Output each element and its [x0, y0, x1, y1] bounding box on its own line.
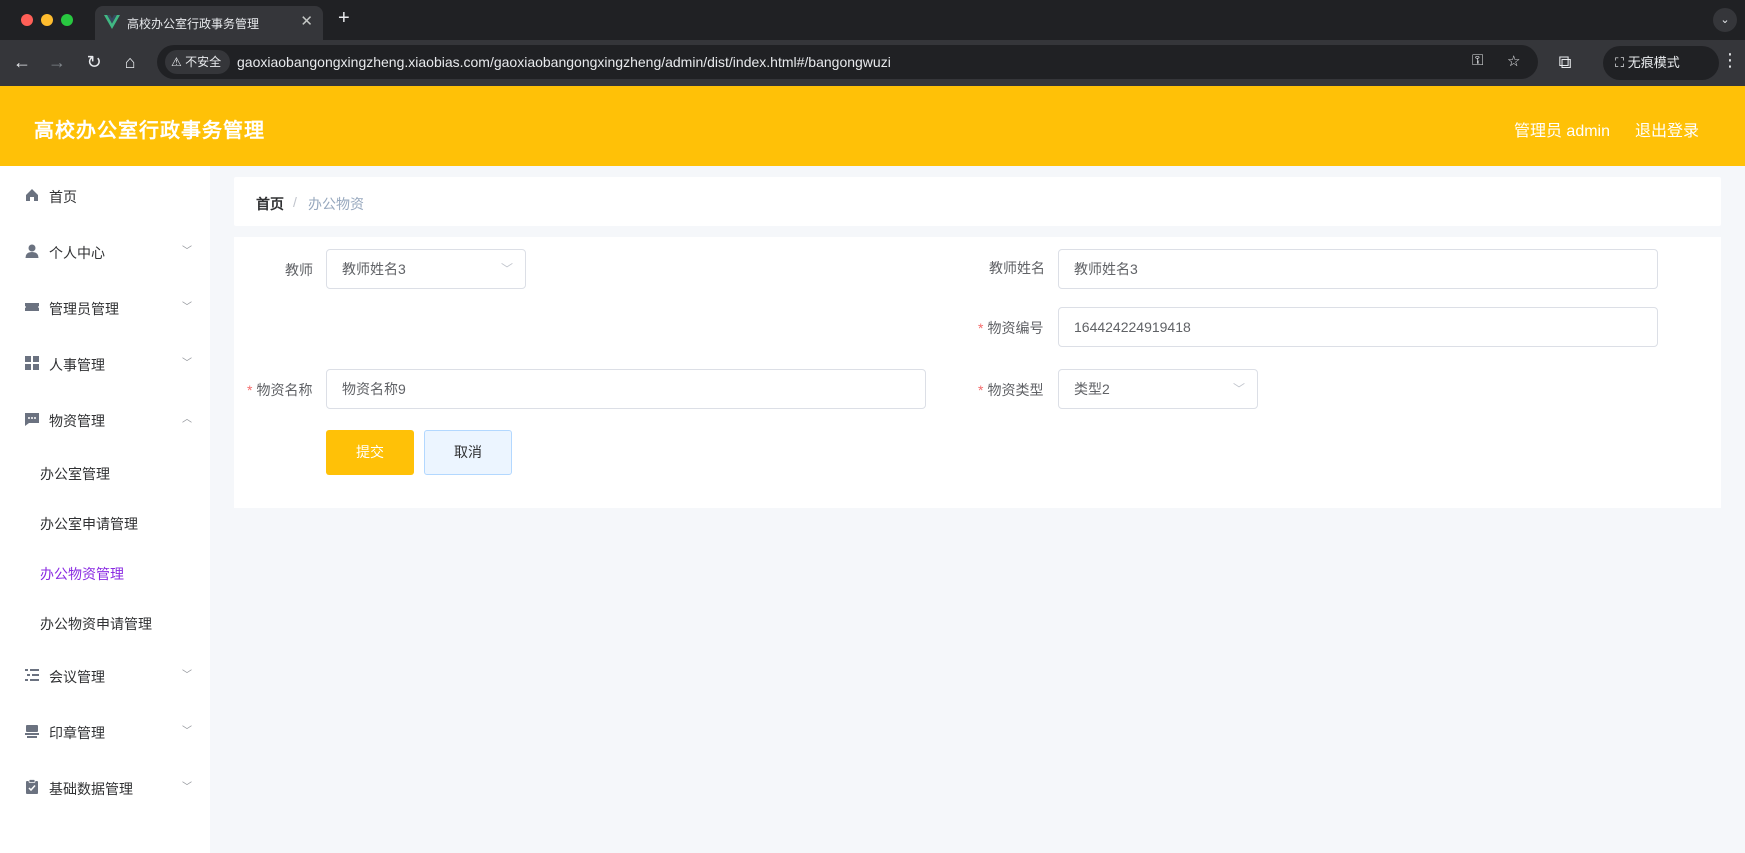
sidebar-item-basic-data[interactable]: 基础数据管理 ﹀ — [0, 762, 210, 812]
sidebar-item-meeting[interactable]: 会议管理 ﹀ — [0, 650, 210, 700]
chevron-down-icon: ﹀ — [182, 726, 192, 737]
breadcrumb: 首页 / 办公物资 — [234, 177, 1721, 226]
clipboard-icon — [26, 779, 38, 794]
chevron-down-icon: ﹀ — [182, 358, 192, 369]
tab-search-icon[interactable]: ⌄ — [1713, 8, 1737, 32]
teacher-name-label: 教师姓名 — [989, 260, 1045, 276]
sidebar-item-seal[interactable]: 印章管理 ﹀ — [0, 706, 210, 756]
cancel-button[interactable]: 取消 — [424, 430, 512, 475]
insecure-label: 不安全 — [185, 55, 222, 69]
browser-toolbar: ← → ↻ ⌂ ⚠ 不安全 gaoxiaobangongxingzheng.xi… — [0, 40, 1745, 86]
browser-menu-icon[interactable]: ⋮ — [1721, 50, 1739, 71]
chevron-down-icon: ﹀ — [500, 262, 513, 276]
teacher-name-field[interactable]: 教师姓名3 — [1058, 249, 1658, 289]
home-icon — [26, 189, 38, 201]
current-user: 管理员 admin — [1513, 123, 1610, 140]
type-label: * 物资类型 — [978, 380, 1043, 400]
supply-name-field[interactable]: 物资名称9 — [326, 369, 926, 409]
maximize-window-button[interactable] — [61, 14, 73, 26]
sidebar: 首页 个人中心 ﹀ 管理员管理 ﹀ 人事管理 ﹀ 物资管理 ︿ 办公室管理 办公… — [0, 166, 210, 853]
tab-title: 高校办公室行政事务管理 — [127, 17, 260, 31]
incognito-icon: ⛶ — [1615, 55, 1625, 70]
back-icon[interactable]: ← — [10, 50, 34, 74]
required-mark: * — [978, 382, 984, 398]
code-label: * 物资编号 — [978, 318, 1043, 338]
url-text[interactable]: gaoxiaobangongxingzheng.xiaobias.com/gao… — [237, 54, 891, 70]
chevron-down-icon: ﹀ — [182, 670, 192, 681]
type-label-text: 物资类型 — [987, 382, 1044, 398]
name-label-text: 物资名称 — [256, 382, 313, 398]
name-label: * 物资名称 — [247, 380, 312, 400]
teacher-label: 教师 — [285, 262, 313, 278]
type-select-value: 类型2 — [1074, 381, 1110, 397]
sidebar-item-label: 人事管理 — [49, 357, 105, 373]
insecure-badge[interactable]: ⚠ 不安全 — [165, 50, 231, 74]
sidebar-item-label: 个人中心 — [49, 245, 105, 261]
browser-tab-bar: 高校办公室行政事务管理 ✕ + ⌄ — [0, 0, 1745, 40]
incognito-indicator[interactable]: ⛶ 无痕模式 — [1603, 46, 1719, 80]
sidebar-item-label: 印章管理 — [49, 725, 105, 741]
message-icon — [25, 413, 39, 426]
code-label-text: 物资编号 — [987, 320, 1044, 336]
sidebar-item-label: 首页 — [49, 189, 77, 205]
close-tab-icon[interactable]: ✕ — [300, 12, 313, 30]
breadcrumb-separator: / — [293, 194, 297, 210]
sidebar-item-label: 基础数据管理 — [49, 781, 133, 797]
logout-button[interactable]: 退出登录 — [1635, 117, 1699, 141]
app-title: 高校办公室行政事务管理 — [34, 120, 265, 142]
bookmark-star-icon[interactable]: ☆ — [1507, 52, 1520, 70]
code-field[interactable]: 164424224919418 — [1058, 307, 1658, 347]
home-button-icon[interactable]: ⌂ — [118, 50, 142, 74]
list-icon — [25, 669, 39, 681]
ticket-icon — [25, 303, 39, 311]
minimize-window-button[interactable] — [41, 14, 53, 26]
breadcrumb-home[interactable]: 首页 — [256, 194, 284, 214]
user-icon — [25, 244, 39, 258]
browser-tab[interactable]: 高校办公室行政事务管理 ✕ — [95, 6, 323, 40]
password-key-icon[interactable]: ⚿ — [1472, 52, 1483, 69]
chevron-up-icon: ︿ — [182, 414, 192, 425]
extensions-icon[interactable]: ⧉ — [1553, 50, 1577, 74]
teacher-name-value: 教师姓名3 — [1074, 261, 1138, 277]
code-value: 164424224919418 — [1074, 319, 1191, 335]
app-header: 高校办公室行政事务管理 管理员 admin 退出登录 — [0, 86, 1745, 166]
supply-name-value: 物资名称9 — [342, 381, 406, 397]
chevron-down-icon: ﹀ — [182, 246, 192, 257]
type-select[interactable]: 类型2 ﹀ — [1058, 369, 1258, 409]
teacher-select-value: 教师姓名3 — [342, 261, 406, 277]
chevron-down-icon: ﹀ — [182, 302, 192, 313]
incognito-label: 无痕模式 — [1627, 55, 1680, 70]
sidebar-item-supplies[interactable]: 物资管理 ︿ — [0, 394, 210, 444]
sidebar-item-label: 会议管理 — [49, 669, 105, 685]
sidebar-item-home[interactable]: 首页 — [0, 170, 210, 220]
breadcrumb-current: 办公物资 — [308, 196, 364, 212]
chevron-down-icon: ﹀ — [1232, 382, 1245, 396]
sidebar-subitem-office-application[interactable]: 办公室申请管理 — [40, 514, 138, 534]
forward-icon[interactable]: → — [45, 50, 69, 74]
reload-icon[interactable]: ↻ — [82, 50, 106, 74]
sidebar-item-admin[interactable]: 管理员管理 ﹀ — [0, 282, 210, 332]
submit-button[interactable]: 提交 — [326, 430, 414, 475]
grid-icon — [25, 356, 39, 370]
required-mark: * — [978, 320, 984, 336]
sidebar-item-label: 管理员管理 — [49, 301, 119, 317]
sidebar-subitem-office[interactable]: 办公室管理 — [40, 464, 110, 484]
stamp-icon — [25, 725, 39, 738]
sidebar-subitem-office-supplies[interactable]: 办公物资管理 — [40, 564, 124, 584]
required-mark: * — [247, 382, 253, 398]
sidebar-subitem-supplies-application[interactable]: 办公物资申请管理 — [40, 614, 152, 634]
close-window-button[interactable] — [21, 14, 33, 26]
sidebar-item-personnel[interactable]: 人事管理 ﹀ — [0, 338, 210, 388]
vue-logo-icon — [104, 15, 120, 29]
address-bar[interactable]: ⚠ 不安全 gaoxiaobangongxingzheng.xiaobias.c… — [157, 45, 1538, 79]
sidebar-item-label: 物资管理 — [49, 413, 105, 429]
new-tab-icon[interactable]: + — [338, 7, 350, 30]
chevron-down-icon: ﹀ — [182, 782, 192, 793]
sidebar-item-profile[interactable]: 个人中心 ﹀ — [0, 226, 210, 276]
teacher-select[interactable]: 教师姓名3 ﹀ — [326, 249, 526, 289]
